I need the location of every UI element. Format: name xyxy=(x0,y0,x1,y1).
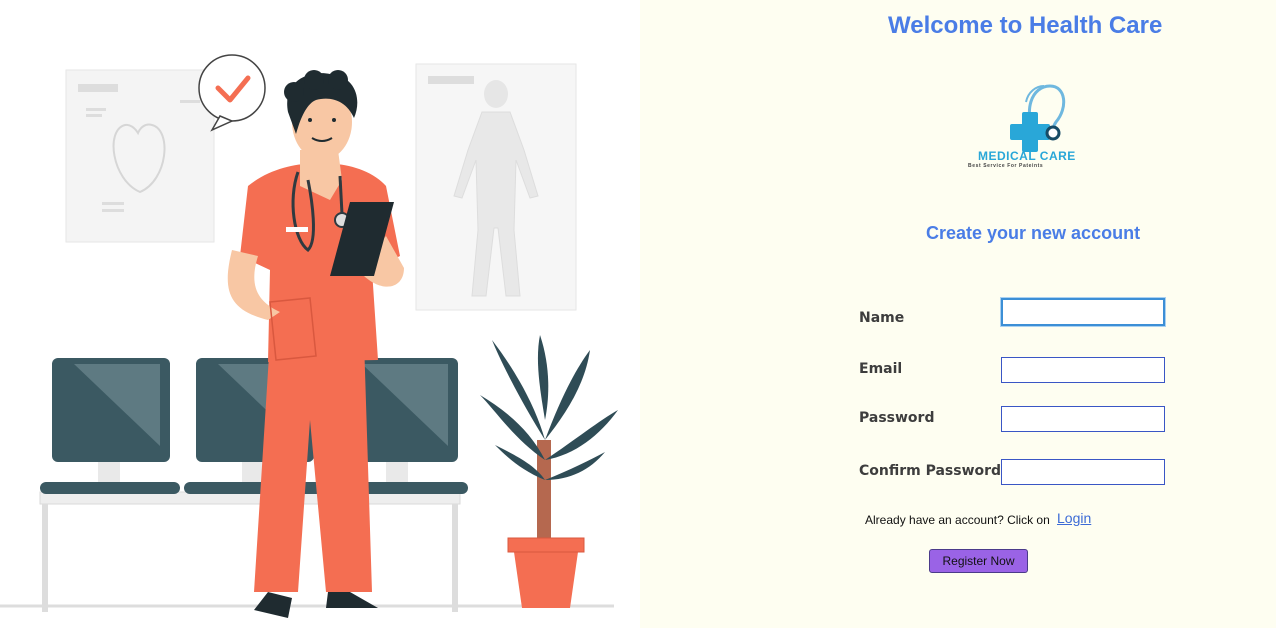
logo-name: MEDICAL CARE xyxy=(978,149,1076,163)
password-label: Password xyxy=(859,410,935,426)
name-label: Name xyxy=(859,310,905,326)
form-heading: Create your new account xyxy=(926,223,1141,243)
logo-tagline: Best Service For Pateints xyxy=(968,163,1044,169)
email-label: Email xyxy=(859,361,903,377)
already-account-text: Already have an account? Click on xyxy=(865,513,1050,527)
name-input[interactable] xyxy=(1001,298,1165,326)
register-button[interactable]: Register Now xyxy=(929,549,1028,573)
doctor-illustration xyxy=(0,54,618,618)
email-input[interactable] xyxy=(1001,357,1165,383)
confirm-password-label: Confirm Password xyxy=(859,463,1002,479)
page-title: Welcome to Health Care xyxy=(888,12,1163,39)
password-input[interactable] xyxy=(1001,406,1165,432)
illustration-panel xyxy=(0,0,640,628)
confirm-password-input[interactable] xyxy=(1001,459,1165,485)
login-link[interactable]: Login xyxy=(1057,510,1091,526)
form-panel xyxy=(640,0,1276,628)
